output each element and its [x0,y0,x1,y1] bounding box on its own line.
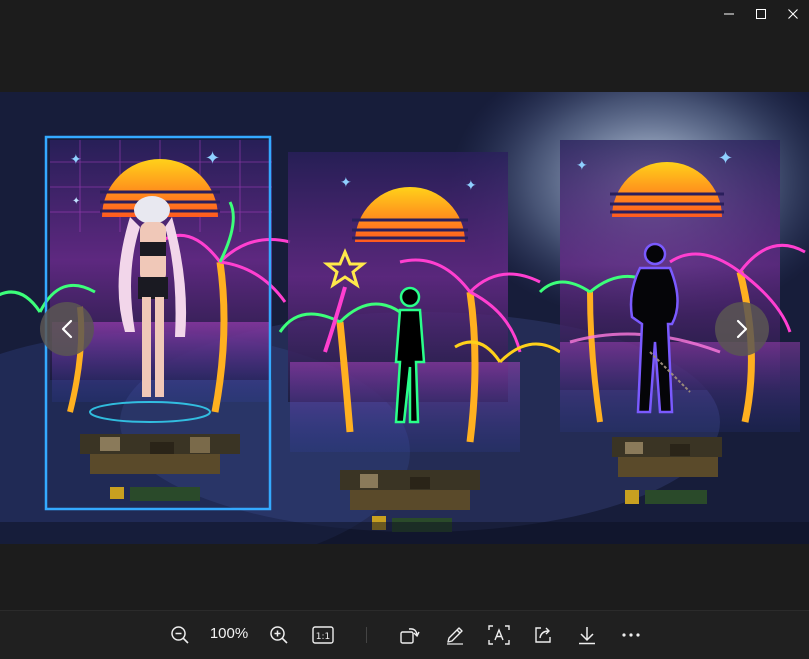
chevron-right-icon [736,319,748,339]
more-icon [622,633,640,637]
svg-text:✦: ✦ [340,175,352,191]
share-icon [535,627,551,643]
svg-text:✦: ✦ [718,148,733,169]
actual-size-icon: 1:1 [312,626,334,644]
window-controls [713,0,809,28]
edit-button[interactable] [443,623,467,647]
svg-text:✦: ✦ [72,196,80,207]
actual-size-button[interactable]: 1:1 [311,623,335,647]
text-recognition-button[interactable] [487,623,511,647]
next-image-button[interactable] [715,302,769,356]
zoom-in-icon [270,626,288,644]
title-bar [0,0,809,28]
text-recognition-icon [488,625,510,645]
rotate-button[interactable] [398,623,422,647]
share-button[interactable] [531,623,555,647]
displayed-image: ✦ ✦ ✦ ✦ ✦ ✦ ✦ [0,92,809,544]
close-icon [788,9,798,19]
chevron-left-icon [61,319,73,339]
maximize-button[interactable] [745,0,777,28]
download-icon [579,627,595,645]
svg-text:✦: ✦ [205,148,220,169]
svg-text:✦: ✦ [576,158,588,174]
edit-icon [447,627,463,645]
bottom-toolbar: 100% 1:1 [0,610,809,659]
zoom-out-icon [171,626,189,644]
more-options-button[interactable] [619,623,643,647]
image-canvas[interactable]: ✦ ✦ ✦ ✦ ✦ ✦ ✦ [0,92,809,544]
zoom-out-button[interactable] [168,623,192,647]
actual-size-label: 1:1 [316,632,330,642]
download-button[interactable] [575,623,599,647]
svg-text:✦: ✦ [465,178,477,194]
minimize-icon [724,13,734,15]
rotate-icon [400,628,420,644]
minimize-button[interactable] [713,0,745,28]
previous-image-button[interactable] [40,302,94,356]
toolbar-divider [366,627,367,643]
svg-text:✦: ✦ [70,152,82,168]
close-button[interactable] [777,0,809,28]
zoom-level[interactable]: 100% [205,625,253,642]
zoom-in-button[interactable] [267,623,291,647]
maximize-icon [756,9,766,19]
